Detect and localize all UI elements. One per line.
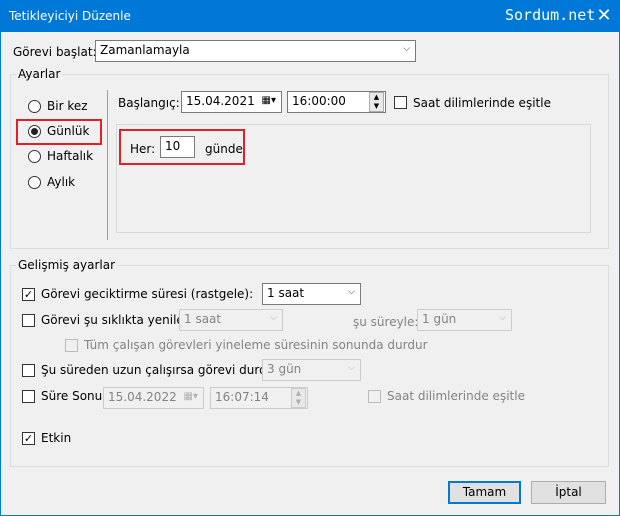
close-icon[interactable]: ✕ bbox=[594, 6, 614, 26]
every-days-value: 10 bbox=[165, 139, 181, 153]
sync-tz-label: Saat dilimlerinde eşitle bbox=[413, 96, 551, 110]
delay-checkbox[interactable]: ✓ bbox=[22, 288, 35, 301]
cancel-button[interactable]: İptal bbox=[531, 481, 606, 504]
enabled-checkbox[interactable]: ✓ bbox=[22, 432, 35, 445]
every-days-input[interactable]: 10 bbox=[160, 136, 195, 158]
ok-button[interactable]: Tamam bbox=[448, 481, 521, 504]
chevron-down-icon: ⌵ bbox=[348, 363, 355, 373]
radio-monthly[interactable] bbox=[28, 176, 41, 189]
duration-select[interactable]: 1 gün ⌵ bbox=[417, 309, 512, 331]
delay-value: 1 saat bbox=[267, 286, 305, 300]
duration-value: 1 gün bbox=[422, 312, 457, 326]
duration-label: şu süreyle: bbox=[353, 315, 419, 329]
expire-checkbox[interactable] bbox=[22, 390, 35, 403]
radio-daily[interactable] bbox=[28, 125, 41, 138]
repeat-select[interactable]: 1 saat ⌵ bbox=[179, 309, 283, 331]
expire-time-value: 16:07:14 bbox=[215, 390, 269, 404]
start-time-value: 16:00:00 bbox=[292, 94, 346, 108]
calendar-icon: ▦▾ bbox=[183, 391, 198, 402]
stop-long-value: 3 gün bbox=[267, 362, 302, 376]
task-start-label: Görevi başlat: bbox=[13, 45, 97, 59]
stop-all-label: Tüm çalışan görevleri yineleme süresinin… bbox=[84, 338, 428, 352]
settings-divider bbox=[107, 90, 108, 240]
start-time-spinner[interactable]: ▲ ▼ bbox=[369, 92, 384, 112]
radio-monthly-label: Aylık bbox=[47, 175, 76, 189]
expire-label: Süre Sonu: bbox=[41, 389, 107, 403]
expire-tz-label: Saat dilimlerinde eşitle bbox=[387, 389, 525, 403]
stop-long-checkbox[interactable] bbox=[22, 364, 35, 377]
chevron-down-icon: ⌵ bbox=[403, 44, 410, 54]
every-unit-label: günde bbox=[205, 142, 243, 156]
repeat-checkbox[interactable] bbox=[22, 314, 35, 327]
start-label: Başlangıç: bbox=[118, 96, 180, 110]
stop-all-checkbox[interactable] bbox=[65, 339, 78, 352]
watermark: Sordum.net bbox=[505, 6, 596, 24]
radio-once[interactable] bbox=[28, 100, 41, 113]
chevron-down-icon: ⌵ bbox=[348, 287, 355, 297]
chevron-down-icon: ⌵ bbox=[499, 313, 506, 323]
radio-weekly[interactable] bbox=[28, 150, 41, 163]
task-start-select[interactable]: Zamanlamayla ⌵ bbox=[95, 40, 416, 62]
radio-once-label: Bir kez bbox=[47, 99, 88, 113]
settings-legend: Ayarlar bbox=[16, 67, 63, 81]
advanced-legend: Gelişmiş ayarlar bbox=[16, 258, 118, 272]
every-label: Her: bbox=[130, 142, 156, 156]
radio-weekly-label: Haftalık bbox=[47, 149, 94, 163]
expire-time-spinner[interactable]: ▲ ▼ bbox=[291, 388, 306, 408]
expire-tz-checkbox[interactable] bbox=[368, 390, 381, 403]
delay-label: Görevi geciktirme süresi (rastgele): bbox=[41, 287, 254, 301]
start-date-value: 15.04.2021 bbox=[186, 94, 255, 108]
sync-tz-checkbox[interactable] bbox=[394, 96, 407, 109]
expire-date-value: 15.04.2022 bbox=[108, 390, 177, 404]
radio-daily-label: Günlük bbox=[47, 124, 90, 138]
repeat-value: 1 saat bbox=[184, 312, 222, 326]
delay-select[interactable]: 1 saat ⌵ bbox=[262, 283, 361, 305]
enabled-label: Etkin bbox=[41, 431, 72, 445]
stop-long-label: Şu süreden uzun çalışırsa görevi durdur: bbox=[41, 363, 284, 377]
start-date-picker[interactable]: 15.04.2021 ▦▾ bbox=[181, 91, 282, 113]
stop-long-select[interactable]: 3 gün ⌵ bbox=[262, 359, 361, 381]
calendar-icon: ▦▾ bbox=[261, 95, 276, 106]
task-start-value: Zamanlamayla bbox=[100, 43, 190, 57]
expire-date-picker[interactable]: 15.04.2022 ▦▾ bbox=[103, 387, 204, 409]
repeat-label: Görevi şu sıklıkta yenile: bbox=[41, 313, 188, 327]
window-title: Tetikleyiciyi Düzenle bbox=[9, 9, 131, 23]
chevron-down-icon: ⌵ bbox=[270, 313, 277, 323]
